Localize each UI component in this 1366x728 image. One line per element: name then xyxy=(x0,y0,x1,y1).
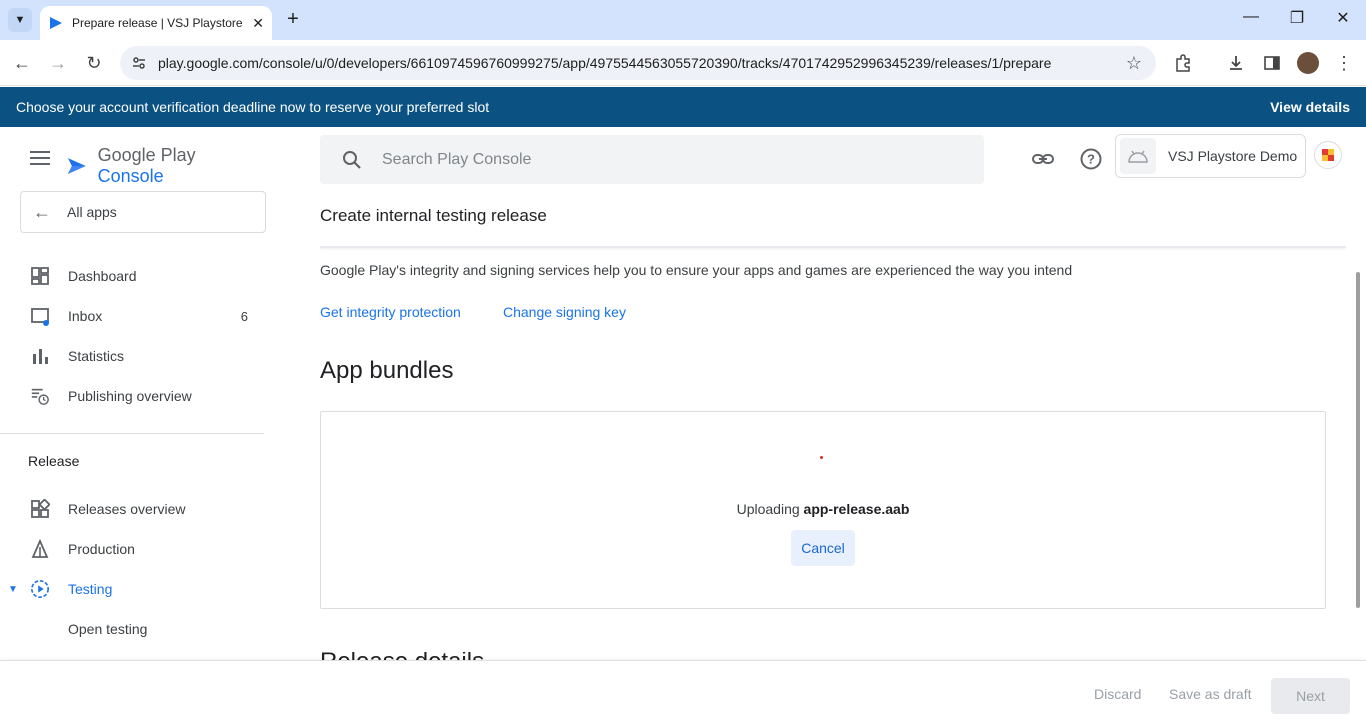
upload-status: Uploading app-release.aab xyxy=(321,501,1325,517)
app-name: VSJ Playstore Demo xyxy=(1168,148,1298,164)
bottom-action-bar: Discard Save as draft Next xyxy=(0,660,1366,728)
extensions-icon[interactable] xyxy=(1172,52,1194,74)
release-details-title: Release details xyxy=(320,652,484,660)
hamburger-menu-icon[interactable] xyxy=(30,151,50,165)
url-bar[interactable]: play.google.com/console/u/0/developers/6… xyxy=(120,46,1156,80)
cancel-upload-button[interactable]: Cancel xyxy=(791,530,855,566)
upload-progress-spinner xyxy=(820,456,823,459)
bar-chart-icon xyxy=(30,346,50,366)
expand-caret-icon[interactable]: ▼ xyxy=(8,584,18,595)
uploading-filename: app-release.aab xyxy=(803,501,910,517)
tab-title: Prepare release | VSJ Playstore D xyxy=(72,16,247,30)
sidebar-item-dashboard[interactable]: Dashboard xyxy=(0,256,264,296)
window-close-icon[interactable]: ✕ xyxy=(1328,8,1358,28)
next-button[interactable]: Next xyxy=(1271,678,1350,714)
link-icon[interactable] xyxy=(1031,147,1055,171)
bookmark-star-icon[interactable]: ☆ xyxy=(1126,53,1142,74)
arrow-back-icon: ← xyxy=(33,201,51,222)
integrity-description: Google Play's integrity and signing serv… xyxy=(320,262,1073,278)
help-icon[interactable]: ? xyxy=(1079,147,1103,171)
sidebar-item-label: Open testing xyxy=(68,621,148,637)
forward-icon[interactable]: → xyxy=(46,51,70,75)
tab-close-icon[interactable]: ✕ xyxy=(252,15,264,32)
app-selector[interactable]: VSJ Playstore Demo xyxy=(1115,134,1306,178)
developer-account-avatar[interactable] xyxy=(1314,141,1342,169)
sidebar-item-label: Publishing overview xyxy=(68,388,192,404)
profile-avatar[interactable] xyxy=(1297,52,1319,74)
inbox-icon xyxy=(30,306,50,326)
back-icon[interactable]: ← xyxy=(10,51,34,75)
logo-console-text: Console xyxy=(97,166,164,186)
app-bundle-upload-area: Uploading app-release.aab Cancel xyxy=(320,411,1326,609)
play-console-logo[interactable]: Google Play Console xyxy=(66,145,264,187)
download-icon[interactable] xyxy=(1225,52,1247,74)
page-scrollbar[interactable] xyxy=(1356,272,1360,608)
search-icon xyxy=(343,150,361,169)
sidebar-divider xyxy=(0,433,264,434)
sidebar-item-label: Production xyxy=(68,541,135,557)
sidebar-item-statistics[interactable]: Statistics xyxy=(0,336,264,376)
header-divider xyxy=(320,246,1346,248)
sidebar-item-label: Releases overview xyxy=(68,501,186,517)
publishing-schedule-icon xyxy=(30,386,50,406)
browser-menu-icon[interactable]: ⋮ xyxy=(1333,52,1355,74)
production-icon xyxy=(30,539,50,559)
sidebar-item-production[interactable]: Production xyxy=(0,529,264,569)
view-details-link[interactable]: View details xyxy=(1270,99,1350,115)
sidebar-item-label: Inbox xyxy=(68,308,103,324)
play-console-favicon-icon xyxy=(50,17,62,29)
sidebar-item-label: Testing xyxy=(68,581,113,597)
tab-search-icon[interactable]: ▼ xyxy=(8,8,32,32)
search-input[interactable]: Search Play Console xyxy=(320,135,984,184)
restore-icon[interactable]: ❐ xyxy=(1282,8,1312,28)
all-apps-button[interactable]: ← All apps xyxy=(20,191,266,233)
discard-button[interactable]: Discard xyxy=(1094,686,1141,702)
testing-icon xyxy=(30,579,50,599)
app-bundles-title: App bundles xyxy=(320,357,454,384)
reload-icon[interactable]: ↻ xyxy=(82,51,106,75)
change-signing-key-link[interactable]: Change signing key xyxy=(503,304,626,320)
verification-banner: Choose your account verification deadlin… xyxy=(0,87,1366,127)
browser-tab-bar: ▼ Prepare release | VSJ Playstore D ✕ + … xyxy=(0,0,1366,40)
svg-text:?: ? xyxy=(1087,152,1095,167)
android-icon xyxy=(1120,138,1156,174)
page-title: Create internal testing release xyxy=(320,206,547,225)
sidebar-item-releases-overview[interactable]: Releases overview xyxy=(0,489,264,529)
releases-overview-icon xyxy=(30,499,50,519)
url-text: play.google.com/console/u/0/developers/6… xyxy=(158,55,1052,71)
uploading-prefix: Uploading xyxy=(736,501,800,517)
sidebar-item-label: Statistics xyxy=(68,348,125,364)
sidebar-item-testing[interactable]: ▼ Testing xyxy=(0,569,264,609)
side-panel-icon[interactable] xyxy=(1261,52,1283,74)
play-console-logo-icon xyxy=(67,158,86,174)
logo-google-text: Google Play xyxy=(97,145,196,165)
get-integrity-protection-link[interactable]: Get integrity protection xyxy=(320,304,461,320)
release-section-title: Release xyxy=(28,453,80,469)
all-apps-label: All apps xyxy=(67,204,117,220)
site-info-icon[interactable] xyxy=(130,54,148,72)
browser-tab[interactable]: Prepare release | VSJ Playstore D ✕ xyxy=(40,6,272,40)
sidebar-item-label: Dashboard xyxy=(68,268,137,284)
search-placeholder: Search Play Console xyxy=(382,150,532,168)
sidebar-item-open-testing[interactable]: Open testing xyxy=(0,609,264,649)
save-as-draft-button[interactable]: Save as draft xyxy=(1169,686,1252,702)
banner-text: Choose your account verification deadlin… xyxy=(16,99,490,115)
new-tab-icon[interactable]: + xyxy=(282,8,304,31)
minimize-icon[interactable]: — xyxy=(1236,8,1266,26)
sidebar-item-publishing-overview[interactable]: Publishing overview xyxy=(0,376,264,416)
dashboard-icon xyxy=(30,266,50,286)
inbox-count-badge: 6 xyxy=(240,308,248,324)
address-toolbar: ← → ↻ play.google.com/console/u/0/develo… xyxy=(0,40,1366,86)
sidebar-item-inbox[interactable]: Inbox 6 xyxy=(0,296,264,336)
sidebar: Google Play Console ← All apps Dashboard… xyxy=(0,127,266,660)
